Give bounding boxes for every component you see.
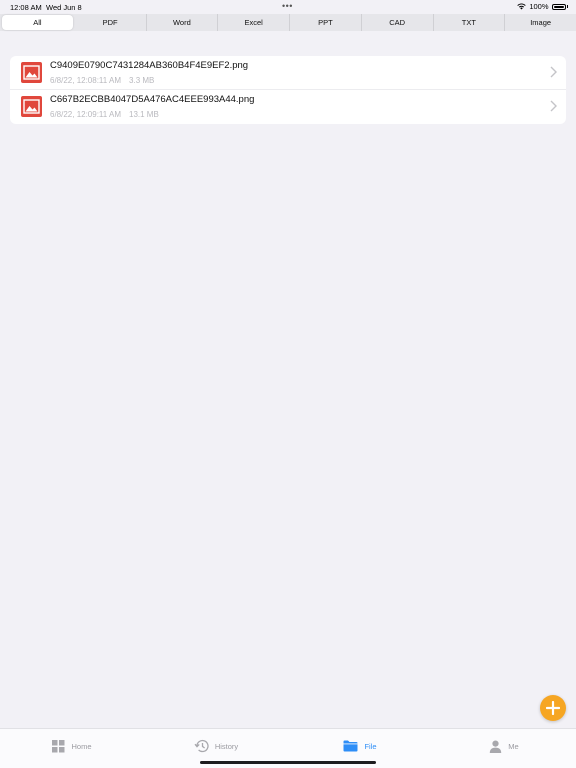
chevron-right-icon[interactable] [550,66,557,78]
file-name: C667B2ECBB4047D5A476AC4EEE993A44.png [50,94,255,105]
list-item[interactable]: C667B2ECBB4047D5A476AC4EEE993A44.png 6/8… [10,90,566,124]
image-file-icon [21,62,42,83]
tab-image[interactable]: Image [505,14,576,31]
status-date: Wed Jun 8 [46,3,82,12]
list-item[interactable]: C9409E0790C7431284AB360B4F4E9EF2.png 6/8… [10,56,566,90]
file-type-filter: All PDF Word Excel PPT CAD TXT Image [0,14,576,31]
tab-history[interactable]: History [144,729,288,763]
tab-file[interactable]: File [288,729,432,763]
file-size: 13.1 MB [129,110,159,119]
file-date: 6/8/22, 12:09:11 AM [50,110,122,119]
file-date: 6/8/22, 12:08:11 AM [50,76,122,85]
file-size: 3.3 MB [129,76,155,85]
tab-pdf[interactable]: PDF [75,14,147,31]
folder-icon [343,740,358,752]
tab-me-label: Me [508,741,519,751]
tab-home-label: Home [71,741,92,751]
file-list: C9409E0790C7431284AB360B4F4E9EF2.png 6/8… [10,56,566,124]
image-file-icon [21,96,42,117]
status-indicators: 100% [517,2,568,11]
battery-percent: 100% [529,2,549,11]
status-time: 12:08 AM [10,3,42,12]
multitasking-dots-icon[interactable]: ••• [282,1,293,11]
battery-cap [566,5,568,8]
file-meta: 6/8/22, 12:08:11 AM 3.3 MB [50,76,154,85]
tab-excel[interactable]: Excel [218,14,290,31]
file-name: C9409E0790C7431284AB360B4F4E9EF2.png [50,60,249,71]
file-meta: 6/8/22, 12:09:11 AM 13.1 MB [50,110,159,119]
tab-cad[interactable]: CAD [362,14,434,31]
plus-icon [546,701,560,715]
history-icon [194,739,209,753]
wifi-icon [517,3,527,10]
tab-word[interactable]: Word [147,14,219,31]
tab-me[interactable]: Me [432,729,576,763]
chevron-right-icon[interactable] [550,100,557,112]
battery-icon [551,3,566,10]
status-bar: 12:08 AM Wed Jun 8 ••• 100% [0,0,576,14]
tab-all[interactable]: All [2,15,73,30]
tab-file-label: File [364,741,377,751]
home-indicator[interactable] [200,761,376,764]
person-icon [490,740,502,753]
add-file-button[interactable] [540,695,566,721]
tab-txt[interactable]: TXT [434,14,506,31]
tab-home[interactable]: Home [0,729,144,763]
tab-ppt[interactable]: PPT [290,14,362,31]
tab-history-label: History [214,741,239,751]
grid-icon [52,739,65,752]
